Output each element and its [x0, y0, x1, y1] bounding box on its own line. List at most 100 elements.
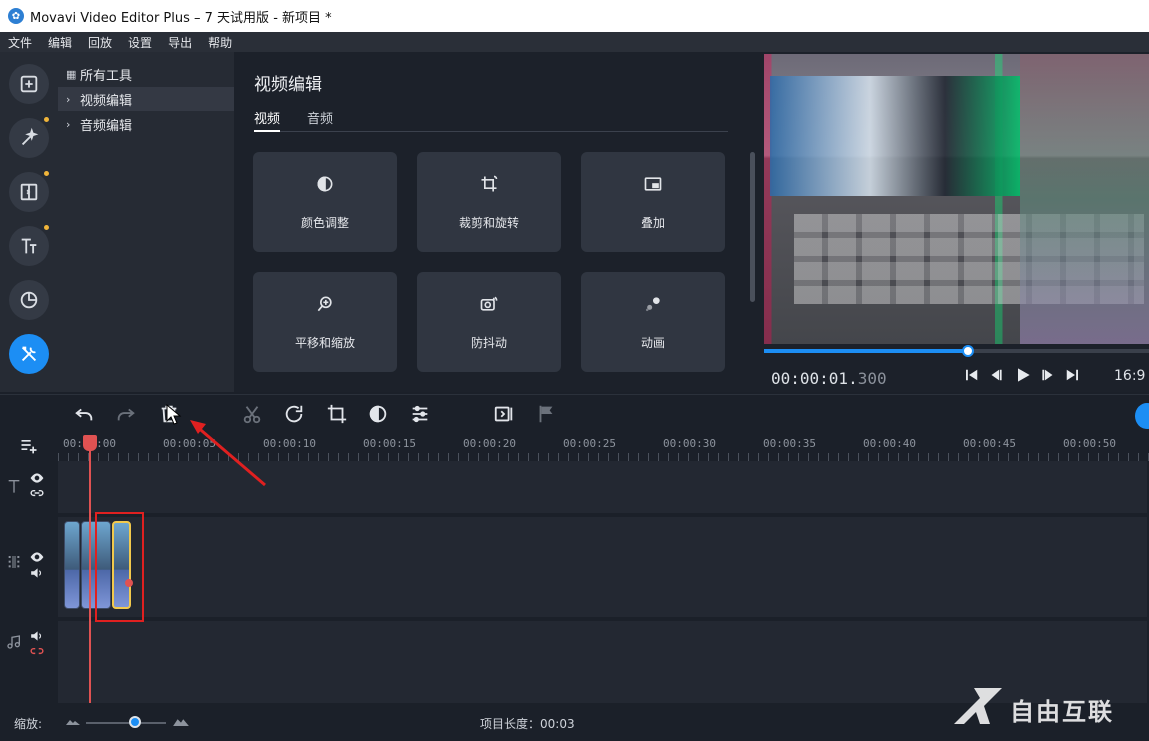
skip-start-icon[interactable]	[963, 366, 981, 384]
tab-audio[interactable]: 音频	[307, 108, 333, 127]
import-icon	[20, 75, 38, 93]
tile-label: 裁剪和旋转	[458, 216, 519, 230]
menu-edit[interactable]: 编辑	[46, 34, 74, 51]
cut-icon[interactable]	[241, 403, 263, 425]
playback-progress-handle[interactable]	[962, 345, 975, 357]
timecode: 00:00:01.300	[771, 369, 887, 388]
title-track[interactable]	[58, 461, 1147, 513]
tile-animation[interactable]: 动画	[581, 272, 725, 372]
video-clip[interactable]	[64, 521, 80, 609]
tree-item-all-tools[interactable]: ▦ 所有工具	[58, 62, 234, 86]
menu-help[interactable]: 帮助	[206, 34, 234, 51]
transitions-button[interactable]	[9, 172, 49, 212]
zoom-out-icon[interactable]	[66, 717, 80, 725]
eye-icon[interactable]	[30, 552, 44, 562]
clip-properties-icon[interactable]	[409, 403, 431, 425]
tree-item-audio-editing[interactable]: › 音频编辑	[58, 112, 234, 136]
step-forward-icon[interactable]	[1039, 366, 1057, 384]
watermark-logo-icon	[954, 688, 1002, 724]
watermark-text: 自由互联	[1010, 698, 1114, 726]
undo-icon[interactable]	[73, 403, 95, 425]
tools-button[interactable]	[9, 334, 49, 374]
ruler-label: 00:00:50	[1063, 437, 1116, 450]
ruler-label: 00:00:25	[563, 437, 616, 450]
mouse-cursor-icon	[166, 404, 182, 425]
titles-button[interactable]	[9, 226, 49, 266]
tile-stabilize[interactable]: 防抖动	[417, 272, 561, 372]
tab-video[interactable]: 视频	[254, 108, 280, 127]
eye-icon[interactable]	[30, 473, 44, 483]
tile-overlay[interactable]: 叠加	[581, 152, 725, 252]
crop-icon[interactable]	[326, 403, 348, 425]
ruler-label: 00:00:10	[263, 437, 316, 450]
zoom-slider-handle[interactable]	[129, 716, 141, 728]
step-back-icon[interactable]	[987, 366, 1005, 384]
timeline-ruler[interactable]: 00:00:00 00:00:05 00:00:10 00:00:15 00:0…	[58, 433, 1149, 461]
menu-playback[interactable]: 回放	[86, 34, 114, 51]
volume-icon[interactable]	[30, 630, 44, 642]
video-frame-glitch	[1020, 54, 1149, 344]
tile-pan-zoom[interactable]: 平移和缩放	[253, 272, 397, 372]
tree-item-label: 音频编辑	[80, 118, 133, 134]
menu-file[interactable]: 文件	[6, 34, 34, 51]
title-bar: ✿ Movavi Video Editor Plus – 7 天试用版 - 新项…	[0, 0, 1149, 32]
animation-icon	[645, 297, 660, 312]
new-badge	[44, 117, 49, 122]
chevron-right-icon: ›	[66, 92, 71, 106]
tile-label: 动画	[640, 336, 665, 350]
tab-active-indicator	[254, 130, 280, 132]
contrast-icon	[317, 176, 333, 192]
zoom-slider[interactable]	[86, 722, 166, 724]
magic-wand-icon	[21, 127, 39, 146]
chevron-right-icon: ›	[66, 117, 71, 131]
menu-bar: 文件 编辑 回放 设置 导出 帮助	[0, 32, 1149, 52]
tile-color-adjust[interactable]: 颜色调整	[253, 152, 397, 252]
tile-crop-rotate[interactable]: 裁剪和旋转	[417, 152, 561, 252]
video-frame-screen	[770, 76, 1020, 196]
app-window: ✿ Movavi Video Editor Plus – 7 天试用版 - 新项…	[0, 0, 1149, 741]
add-track-icon[interactable]	[18, 435, 40, 455]
playback-progress-fill	[764, 349, 969, 353]
filters-button[interactable]	[9, 118, 49, 158]
skip-end-icon[interactable]	[1063, 366, 1081, 384]
preview-panel: 00:00:01.300 16:9	[761, 52, 1149, 392]
video-preview	[764, 54, 1149, 344]
annotation-highlight-box	[95, 512, 144, 622]
playback-progress[interactable]	[764, 345, 1149, 357]
ruler-label: 00:00:45	[963, 437, 1016, 450]
sticker-icon	[20, 291, 38, 309]
new-badge	[44, 225, 49, 230]
redo-icon[interactable]	[115, 403, 137, 425]
tree-item-label: 所有工具	[80, 68, 133, 84]
insert-clip-icon[interactable]	[493, 403, 515, 425]
tools-scrollbar[interactable]	[750, 152, 755, 302]
rotate-icon[interactable]	[283, 403, 305, 425]
playhead-line	[89, 435, 91, 703]
import-button[interactable]	[9, 64, 49, 104]
aspect-ratio[interactable]: 16:9	[1114, 368, 1145, 384]
link-icon[interactable]	[30, 488, 44, 498]
marker-flag-icon[interactable]	[535, 403, 557, 425]
menu-settings[interactable]: 设置	[126, 34, 154, 51]
tree-item-video-editing[interactable]: › 视频编辑	[58, 87, 234, 111]
play-icon[interactable]	[1013, 365, 1033, 385]
menu-export[interactable]: 导出	[166, 34, 194, 51]
ruler-label: 00:00:35	[763, 437, 816, 450]
stickers-button[interactable]	[9, 280, 49, 320]
tools-icon	[21, 346, 37, 362]
timecode-main: 00:00:01.	[771, 369, 858, 388]
timecode-ms: 300	[857, 369, 887, 388]
video-track[interactable]	[58, 517, 1147, 617]
zoom-in-icon[interactable]	[173, 717, 189, 726]
tab-divider	[254, 131, 728, 132]
tile-label: 防抖动	[470, 336, 507, 350]
export-button[interactable]	[1135, 403, 1149, 429]
grid-icon: ▦	[66, 67, 77, 81]
left-rail	[0, 52, 58, 392]
unlink-icon[interactable]	[30, 646, 44, 656]
volume-icon[interactable]	[30, 567, 44, 579]
stabilize-icon	[480, 296, 498, 311]
color-adjust-icon[interactable]	[367, 403, 389, 425]
overlay-icon	[644, 177, 662, 191]
tool-tree: ▦ 所有工具 › 视频编辑 › 音频编辑	[58, 52, 234, 392]
